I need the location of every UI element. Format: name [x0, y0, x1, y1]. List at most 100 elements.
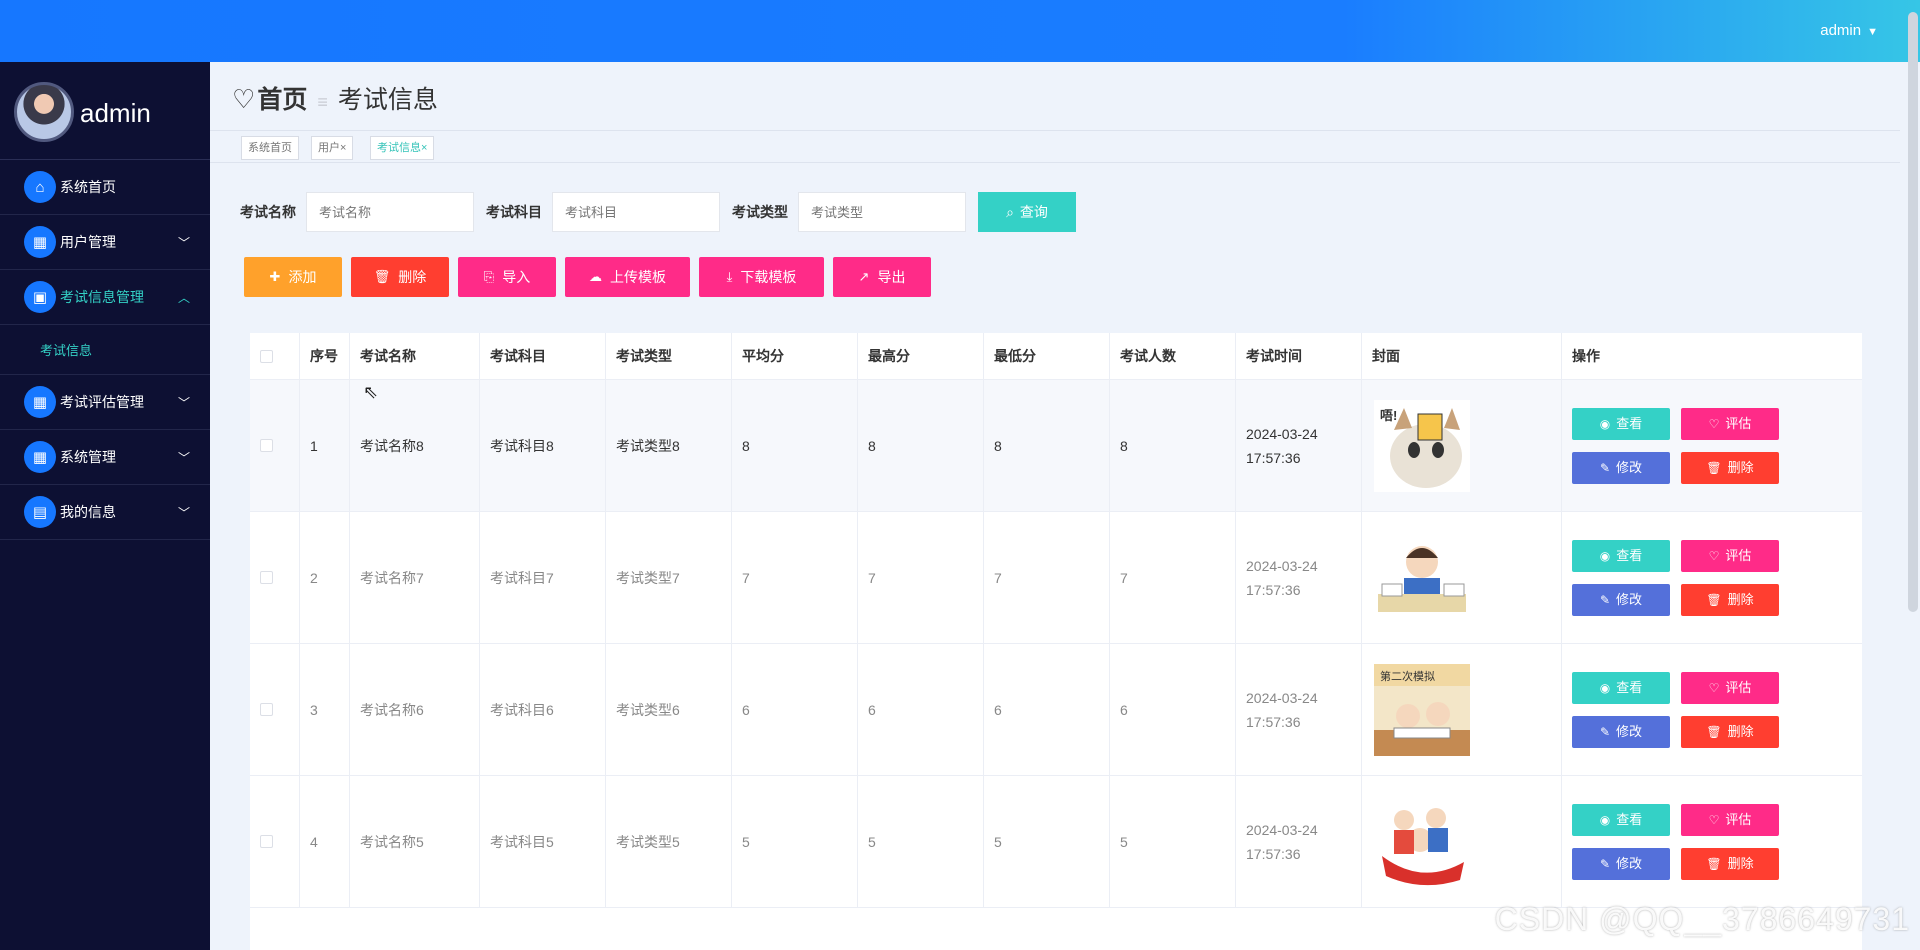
row-checkbox[interactable]: [260, 571, 273, 584]
page-scrollbar[interactable]: [1908, 12, 1918, 612]
table-row[interactable]: 4 考试名称5 考试科目5 考试类型5 5 5 5 5 2024-03-24 17:57:36 ◉…: [250, 776, 1862, 908]
cell-cover: [1362, 776, 1562, 907]
exam-name-label: 考试名称: [240, 204, 296, 220]
edit-button-label: 修改: [1616, 855, 1643, 871]
eye-icon: ◉: [1599, 680, 1611, 695]
cell-ops: ◉ 查看 ♡ 评估 ✎ 修改 🗑 删除: [1562, 512, 1862, 643]
cell-ops: ◉ 查看 ♡ 评估 ✎ 修改 🗑 删除: [1562, 380, 1862, 511]
apps-icon: ▦: [24, 386, 56, 418]
cell-avg: 7: [732, 512, 858, 643]
table-row[interactable]: 1 考试名称8 考试科目8 考试类型8 8 8 8 8 2024-03-24 17:57:36 唔…: [250, 380, 1862, 512]
row-select-cell[interactable]: [250, 776, 300, 907]
upload-template-button[interactable]: ☁ 上传模板: [565, 257, 690, 297]
user-dropdown-label: admin: [1820, 22, 1862, 39]
exam-type-input[interactable]: [798, 192, 966, 232]
heart-icon: ♡: [1708, 680, 1720, 695]
table-row[interactable]: 3 考试名称6 考试科目6 考试类型6 6 6 6 6 2024-03-24 17:57:36 第…: [250, 644, 1862, 776]
sidebar-item-label: 我的信息: [60, 504, 116, 520]
sidebar-item[interactable]: ▦ 用户管理 ﹀: [0, 215, 210, 270]
delete-row-button[interactable]: 🗑 删除: [1681, 451, 1779, 484]
tags-view: 系统首页 用户× 考试信息×: [210, 130, 1900, 163]
exam-name-input[interactable]: [306, 192, 474, 232]
cell-no: 3: [300, 644, 350, 775]
sidebar-username: admin: [80, 98, 151, 128]
row-select-cell[interactable]: [250, 380, 300, 511]
pencil-icon: ✎: [1599, 592, 1611, 607]
eye-icon: ◉: [1599, 416, 1611, 431]
cloud-upload-icon: ☁: [589, 269, 602, 284]
row-checkbox[interactable]: [260, 439, 273, 452]
delete-row-button[interactable]: 🗑 删除: [1681, 847, 1779, 880]
export-button[interactable]: ↗ 导出: [833, 257, 931, 297]
heart-icon: ♡: [1708, 416, 1720, 431]
chevron-icon: ﹀: [177, 505, 190, 520]
row-checkbox[interactable]: [260, 835, 273, 848]
evaluate-button[interactable]: ♡ 评估: [1681, 407, 1779, 440]
delete-row-button-label: 删除: [1727, 459, 1754, 475]
tag-exam-info[interactable]: 考试信息×: [370, 136, 435, 160]
cell-count: 6: [1110, 644, 1236, 775]
wallet-icon: ▤: [24, 496, 56, 528]
evaluate-button[interactable]: ♡ 评估: [1681, 671, 1779, 704]
sidebar-item[interactable]: ▦ 系统管理 ﹀: [0, 430, 210, 485]
edit-button-label: 修改: [1616, 459, 1643, 475]
import-icon: ⎘: [483, 269, 495, 284]
sidebar-item-label: 系统管理: [60, 449, 116, 465]
cell-max: 8: [858, 380, 984, 511]
sidebar-subitem-exam-info[interactable]: 考试信息: [0, 325, 210, 375]
cell-subject: 考试科目8: [480, 380, 606, 511]
row-select-cell[interactable]: [250, 512, 300, 643]
breadcrumb-home[interactable]: 首页: [257, 80, 307, 116]
view-button[interactable]: ◉ 查看: [1572, 539, 1670, 572]
cell-ops: ◉ 查看 ♡ 评估 ✎ 修改 🗑 删除: [1562, 776, 1862, 907]
cell-max: 7: [858, 512, 984, 643]
heart-icon: ♡: [232, 84, 256, 114]
exam-type-label: 考试类型: [732, 204, 788, 220]
table-row[interactable]: 2 考试名称7 考试科目7 考试类型7 7 7 7 7 2024-03-24 17:57:36 ◉…: [250, 512, 1862, 644]
add-button[interactable]: ✚ 添加: [244, 257, 342, 297]
trash-icon: 🗑: [1706, 724, 1722, 739]
edit-button[interactable]: ✎ 修改: [1572, 847, 1670, 880]
edit-button[interactable]: ✎ 修改: [1572, 715, 1670, 748]
exam-subject-input[interactable]: [552, 192, 720, 232]
pencil-icon: ✎: [1599, 856, 1611, 871]
view-button-label: 查看: [1616, 415, 1643, 431]
query-button[interactable]: ⌕ 查询: [978, 192, 1076, 232]
cell-count: 8: [1110, 380, 1236, 511]
header-cell: 考试人数: [1110, 333, 1236, 379]
delete-button[interactable]: 🗑 删除: [351, 257, 449, 297]
tag-home[interactable]: 系统首页: [241, 136, 299, 160]
sidebar-item-label: 系统首页: [60, 179, 116, 195]
edit-button[interactable]: ✎ 修改: [1572, 451, 1670, 484]
sidebar-item[interactable]: ⌂ 系统首页: [0, 160, 210, 215]
evaluate-button-label: 评估: [1725, 811, 1752, 827]
delete-row-button[interactable]: 🗑 删除: [1681, 715, 1779, 748]
sidebar-item[interactable]: ▦ 考试评估管理 ﹀: [0, 375, 210, 430]
sidebar-item-label: 考试信息管理: [60, 289, 144, 305]
header-select-all[interactable]: [250, 333, 300, 379]
row-select-cell[interactable]: [250, 644, 300, 775]
view-button[interactable]: ◉ 查看: [1572, 803, 1670, 836]
download-template-button[interactable]: ⤓ 下载模板: [699, 257, 824, 297]
apps-icon: ▦: [24, 441, 56, 473]
cell-no: 2: [300, 512, 350, 643]
edit-button[interactable]: ✎ 修改: [1572, 583, 1670, 616]
import-button[interactable]: ⎘ 导入: [458, 257, 556, 297]
cell-avg: 5: [732, 776, 858, 907]
sidebar-item[interactable]: ▣ 考试信息管理 ︿: [0, 270, 210, 325]
sidebar-item[interactable]: ▤ 我的信息 ﹀: [0, 485, 210, 540]
select-all-checkbox[interactable]: [260, 349, 273, 363]
view-button[interactable]: ◉ 查看: [1572, 671, 1670, 704]
evaluate-button[interactable]: ♡ 评估: [1681, 539, 1779, 572]
evaluate-button[interactable]: ♡ 评估: [1681, 803, 1779, 836]
eye-icon: ◉: [1599, 548, 1611, 563]
delete-row-button[interactable]: 🗑 删除: [1681, 583, 1779, 616]
row-checkbox[interactable]: [260, 703, 273, 716]
cell-type: 考试类型6: [606, 644, 732, 775]
tag-user[interactable]: 用户×: [311, 136, 354, 160]
exam-table: 序号 考试名称 考试科目 考试类型 平均分 最高分 最低分 考试人数 考试时间 …: [250, 333, 1862, 950]
delete-button-label: 删除: [398, 269, 427, 285]
cell-avg: 8: [732, 380, 858, 511]
view-button[interactable]: ◉ 查看: [1572, 407, 1670, 440]
user-dropdown[interactable]: admin ▼: [1820, 22, 1878, 39]
